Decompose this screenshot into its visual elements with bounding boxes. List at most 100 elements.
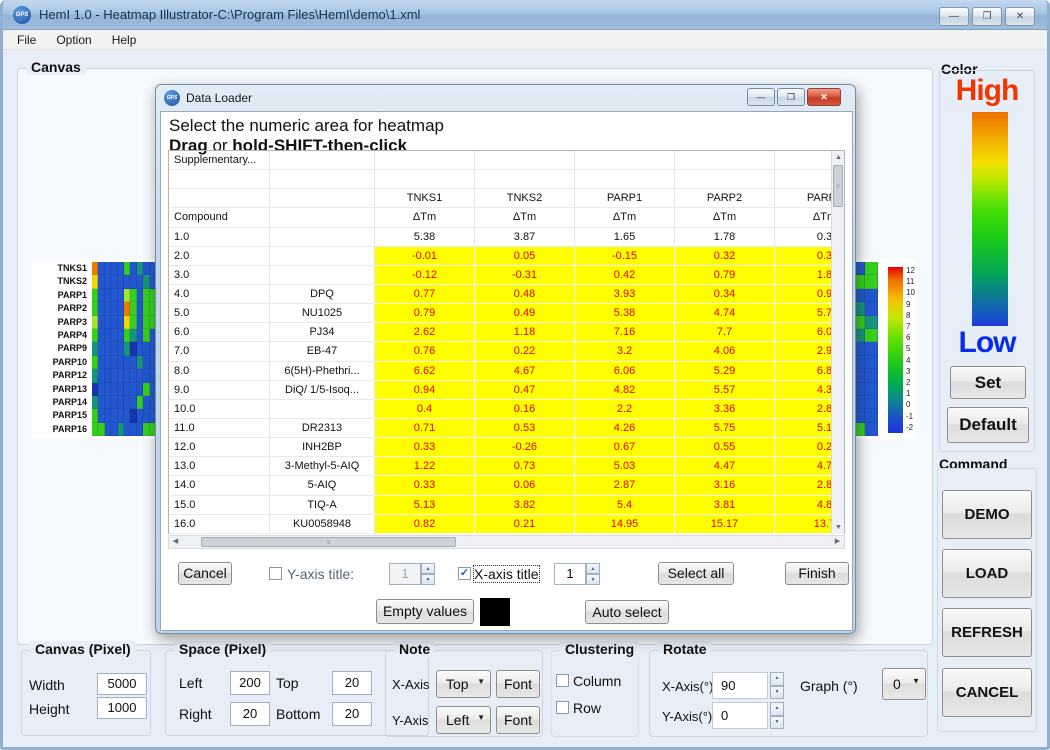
scroll-left-arrow[interactable]: ◀ <box>169 536 182 548</box>
table-cell[interactable]: 1.65 <box>575 228 675 247</box>
table-cell[interactable]: 0.55 <box>675 438 775 457</box>
table-cell[interactable]: 1.22 <box>375 457 475 476</box>
table-cell[interactable] <box>270 151 375 170</box>
menu-help[interactable]: Help <box>112 33 137 47</box>
table-cell[interactable]: Supplementary... <box>169 151 270 170</box>
default-button[interactable]: Default <box>947 407 1029 443</box>
menu-option[interactable]: Option <box>56 33 91 47</box>
table-cell[interactable]: 0.53 <box>475 419 575 438</box>
table-cell[interactable] <box>270 247 375 266</box>
table-cell[interactable]: 14.95 <box>575 515 675 534</box>
table-cell[interactable]: 0.9 <box>775 285 832 304</box>
table-cell[interactable]: TNKS1 <box>375 189 475 208</box>
y-axis-font-button[interactable]: Font <box>496 706 540 734</box>
table-cell[interactable]: TIQ-A <box>270 496 375 515</box>
table-cell[interactable]: 2.0 <box>169 247 270 266</box>
table-cell[interactable]: 0.32 <box>675 247 775 266</box>
window-titlebar[interactable]: GPS HemI 1.0 - Heatmap Illustrator-C:\Pr… <box>3 0 1047 30</box>
table-cell[interactable]: 2.87 <box>575 476 675 495</box>
table-cell[interactable]: 15.17 <box>675 515 775 534</box>
table-cell[interactable]: 5.29 <box>675 362 775 381</box>
table-cell[interactable]: 4.47 <box>675 457 775 476</box>
rotate-y-field[interactable]: 0 <box>712 702 768 729</box>
table-cell[interactable]: DiQ/ 1/5-Isoq... <box>270 381 375 400</box>
x-axis-title-spinner[interactable]: 1 <box>554 563 586 585</box>
table-cell[interactable]: DR2313 <box>270 419 375 438</box>
table-cell[interactable]: -0.31 <box>475 266 575 285</box>
x-axis-font-button[interactable]: Font <box>496 670 540 698</box>
table-cell[interactable]: 7.16 <box>575 323 675 342</box>
clustering-column-checkbox[interactable] <box>556 674 569 687</box>
table-cell[interactable]: 4.67 <box>475 362 575 381</box>
finish-button[interactable]: Finish <box>785 562 849 585</box>
cmd-cancel-button[interactable]: CANCEL <box>942 668 1032 717</box>
table-cell[interactable]: 2.2 <box>575 400 675 419</box>
table-cell[interactable]: 9.0 <box>169 381 270 400</box>
table-cell[interactable] <box>475 151 575 170</box>
table-cell[interactable] <box>270 400 375 419</box>
table-cell[interactable]: 0.77 <box>375 285 475 304</box>
data-table[interactable]: Supplementary...TNKS1TNKS2PARP1PARP2PARP… <box>168 150 845 534</box>
table-cell[interactable]: 2.8 <box>775 476 832 495</box>
table-cell[interactable]: 4.3 <box>775 381 832 400</box>
x-axis-title-checkbox[interactable]: ✓ <box>458 567 471 580</box>
cancel-button[interactable]: Cancel <box>178 562 232 585</box>
y-axis-title-checkbox[interactable] <box>269 567 282 580</box>
table-cell[interactable]: 4.26 <box>575 419 675 438</box>
table-cell[interactable]: 0.49 <box>475 304 575 323</box>
dialog-maximize-button[interactable]: ❐ <box>777 88 805 106</box>
table-cell[interactable]: 0.16 <box>475 400 575 419</box>
table-cell[interactable] <box>169 170 270 189</box>
table-cell[interactable]: 3-Methyl-5-AIQ <box>270 457 375 476</box>
table-cell[interactable]: 0.67 <box>575 438 675 457</box>
table-cell[interactable]: 5.57 <box>675 381 775 400</box>
table-cell[interactable]: 4.8 <box>775 496 832 515</box>
table-cell[interactable]: 0.76 <box>375 342 475 361</box>
dialog-close-button[interactable]: ✕ <box>807 88 841 106</box>
vscroll-thumb[interactable]: ≡ <box>833 165 843 207</box>
table-cell[interactable]: DPQ <box>270 285 375 304</box>
table-cell[interactable]: 0.79 <box>675 266 775 285</box>
table-cell[interactable]: -0.12 <box>375 266 475 285</box>
table-cell[interactable]: 1.8 <box>775 266 832 285</box>
table-cell[interactable]: 0.42 <box>575 266 675 285</box>
auto-select-button[interactable]: Auto select <box>585 600 669 624</box>
maximize-button[interactable]: ❐ <box>972 7 1002 26</box>
table-cell[interactable]: TNKS2 <box>475 189 575 208</box>
table-cell[interactable]: 4.06 <box>675 342 775 361</box>
table-cell[interactable]: 5.0 <box>169 304 270 323</box>
space-right-field[interactable]: 20 <box>230 702 270 726</box>
table-cell[interactable]: 0.22 <box>475 342 575 361</box>
table-cell[interactable]: 4.0 <box>169 285 270 304</box>
table-cell[interactable]: 0.48 <box>475 285 575 304</box>
table-cell[interactable]: 6(5H)-Phethri... <box>270 362 375 381</box>
table-cell[interactable]: 0.06 <box>475 476 575 495</box>
table-cell[interactable] <box>270 266 375 285</box>
cmd-load-button[interactable]: LOAD <box>942 549 1032 598</box>
table-cell[interactable]: 2.62 <box>375 323 475 342</box>
table-cell[interactable]: 0.33 <box>375 476 475 495</box>
table-cell[interactable]: ΔTm <box>675 208 775 227</box>
table-cell[interactable] <box>270 170 375 189</box>
scroll-up-arrow[interactable]: ▲ <box>832 151 845 164</box>
table-cell[interactable]: 5.13 <box>375 496 475 515</box>
table-cell[interactable]: 4.82 <box>575 381 675 400</box>
y-axis-position-dropdown[interactable]: Left▼ <box>436 706 491 734</box>
table-cell[interactable]: 2.8 <box>775 400 832 419</box>
table-cell[interactable]: 6.8 <box>775 362 832 381</box>
table-cell[interactable]: 3.2 <box>575 342 675 361</box>
table-cell[interactable]: 0.3 <box>775 247 832 266</box>
table-cell[interactable] <box>775 170 832 189</box>
table-cell[interactable]: ΔTm <box>375 208 475 227</box>
table-cell[interactable]: 0.71 <box>375 419 475 438</box>
table-cell[interactable]: 1.18 <box>475 323 575 342</box>
table-cell[interactable]: PARP1 <box>575 189 675 208</box>
table-cell[interactable]: 0.73 <box>475 457 575 476</box>
table-cell[interactable]: 0.3 <box>775 228 832 247</box>
table-cell[interactable]: 0.2 <box>775 438 832 457</box>
table-cell[interactable]: INH2BP <box>270 438 375 457</box>
table-cell[interactable]: 5-AIQ <box>270 476 375 495</box>
table-cell[interactable]: 14.0 <box>169 476 270 495</box>
rotate-x-field[interactable]: 90 <box>712 672 768 699</box>
scroll-right-arrow[interactable]: ▶ <box>831 536 844 548</box>
